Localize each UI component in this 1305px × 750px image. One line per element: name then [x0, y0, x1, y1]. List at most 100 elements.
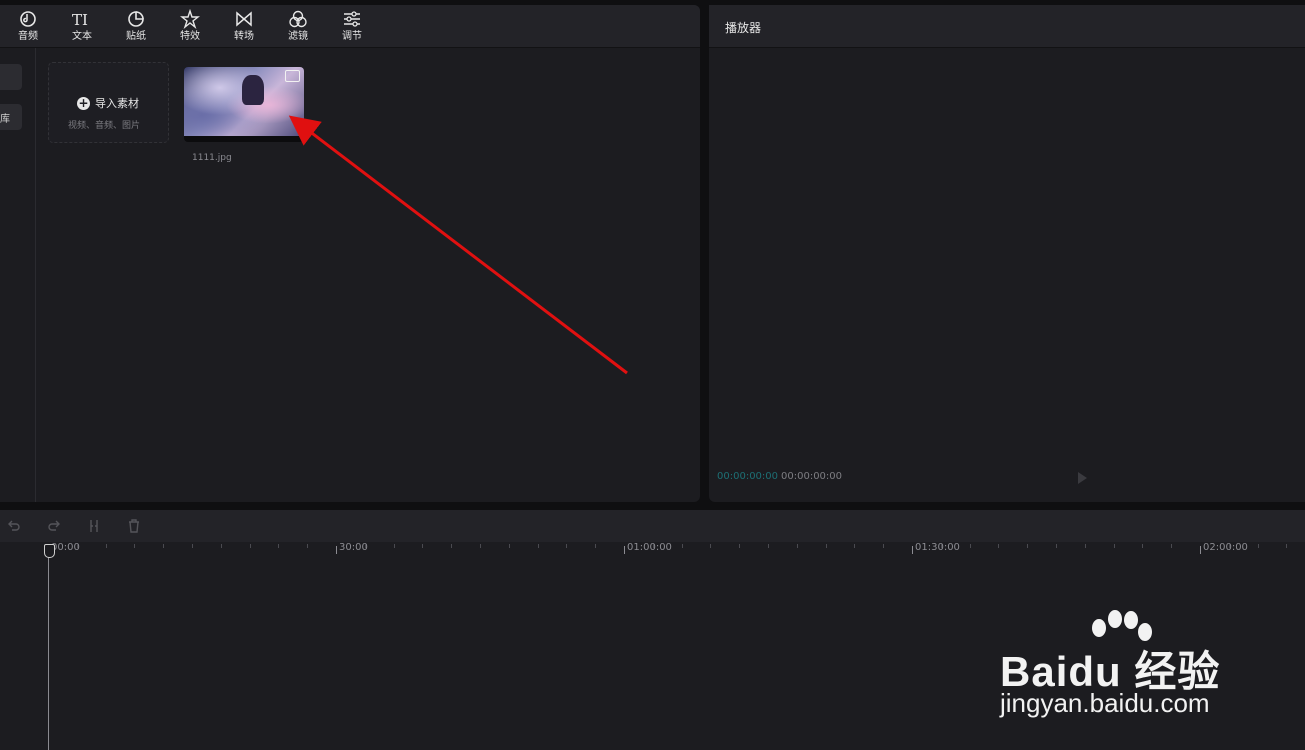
tool-adjust[interactable]: 调节: [328, 7, 376, 47]
tool-adjust-label: 调节: [342, 31, 362, 42]
media-filename: 1111.jpg: [192, 153, 232, 163]
undo-icon[interactable]: [6, 518, 22, 534]
media-panel: 音频 TI 文本 贴纸 特效 转场 滤镜 调节 库 + 导入素材 视频、音频、图…: [0, 5, 700, 502]
timeline-ruler[interactable]: 00:00 30:00 01:00:00 01:30:00 02:00:00: [0, 542, 1305, 562]
media-toolbar: 音频 TI 文本 贴纸 特效 转场 滤镜 调节: [0, 5, 700, 48]
player-panel: 播放器 00:00:00:00 00:00:00:00: [709, 5, 1305, 502]
sticker-icon: [128, 11, 144, 27]
current-timecode: 00:00:00:00: [717, 471, 779, 482]
media-thumbnail[interactable]: [184, 67, 304, 142]
import-hint: 视频、音频、图片: [68, 121, 141, 131]
ruler-minor-tick: [653, 544, 654, 548]
ruler-minor-tick: [826, 544, 827, 548]
play-icon[interactable]: [1078, 472, 1087, 484]
tool-effects-label: 特效: [180, 31, 200, 42]
import-label: 导入素材: [95, 97, 139, 110]
sidebar-item-local[interactable]: [0, 64, 22, 90]
ruler-label: 01:00:00: [627, 542, 672, 553]
ruler-minor-tick: [1171, 544, 1172, 548]
audio-icon: [20, 11, 36, 27]
ruler-minor-tick: [163, 544, 164, 548]
playhead-handle[interactable]: [44, 544, 55, 558]
ruler-label: 00:00: [51, 542, 80, 553]
ruler-major-tick: [624, 546, 625, 554]
tool-effects[interactable]: 特效: [166, 7, 214, 47]
ruler-minor-tick: [883, 544, 884, 548]
text-icon: TI: [72, 11, 88, 29]
media-sidebar: 库: [0, 48, 36, 502]
ruler-minor-tick: [480, 544, 481, 548]
thumbnail-figure: [242, 75, 264, 105]
tool-transition[interactable]: 转场: [220, 7, 268, 47]
baidu-watermark: Baidu 经验 jingyan.baidu.com: [1000, 610, 1300, 725]
import-media-button[interactable]: + 导入素材 视频、音频、图片: [48, 62, 169, 143]
ruler-minor-tick: [307, 544, 308, 548]
redo-icon[interactable]: [46, 518, 62, 534]
ruler-minor-tick: [1229, 544, 1230, 548]
tool-transition-label: 转场: [234, 31, 254, 42]
player-title: 播放器: [725, 21, 762, 35]
ruler-minor-tick: [192, 544, 193, 548]
image-type-icon: [285, 70, 300, 82]
ruler-minor-tick: [221, 544, 222, 548]
delete-icon[interactable]: [126, 518, 142, 534]
ruler-minor-tick: [566, 544, 567, 548]
plus-icon: +: [77, 95, 90, 110]
tool-sticker-label: 贴纸: [126, 31, 146, 42]
ruler-label: 30:00: [339, 542, 368, 553]
ruler-minor-tick: [422, 544, 423, 548]
ruler-minor-tick: [595, 544, 596, 548]
ruler-minor-tick: [278, 544, 279, 548]
watermark-url: jingyan.baidu.com: [1000, 688, 1210, 718]
ruler-minor-tick: [509, 544, 510, 548]
ruler-minor-tick: [394, 544, 395, 548]
ruler-minor-tick: [451, 544, 452, 548]
ruler-minor-tick: [797, 544, 798, 548]
player-header: 播放器: [709, 5, 1305, 48]
tool-audio[interactable]: 音频: [4, 7, 52, 47]
sidebar-item-library[interactable]: 库: [0, 104, 22, 130]
playhead-line[interactable]: [48, 551, 49, 750]
tool-sticker[interactable]: 贴纸: [112, 7, 160, 47]
ruler-major-tick: [336, 546, 337, 554]
ruler-minor-tick: [1114, 544, 1115, 548]
ruler-major-tick: [1200, 546, 1201, 554]
import-title: + 导入素材: [77, 95, 139, 111]
ruler-minor-tick: [998, 544, 999, 548]
ruler-minor-tick: [1286, 544, 1287, 548]
ruler-minor-tick: [1258, 544, 1259, 548]
ruler-minor-tick: [77, 544, 78, 548]
ruler-minor-tick: [854, 544, 855, 548]
ruler-minor-tick: [250, 544, 251, 548]
split-icon[interactable]: [86, 518, 102, 534]
ruler-minor-tick: [970, 544, 971, 548]
ruler-minor-tick: [768, 544, 769, 548]
tool-text[interactable]: TI 文本: [58, 7, 106, 47]
timeline-toolbar: [0, 510, 1305, 542]
ruler-minor-tick: [1027, 544, 1028, 548]
ruler-minor-tick: [941, 544, 942, 548]
ruler-label: 02:00:00: [1203, 542, 1248, 553]
ruler-label: 01:30:00: [915, 542, 960, 553]
transition-icon: [236, 11, 252, 27]
tool-audio-label: 音频: [18, 31, 38, 42]
ruler-major-tick: [912, 546, 913, 554]
ruler-minor-tick: [1085, 544, 1086, 548]
ruler-minor-tick: [365, 544, 366, 548]
adjust-icon: [344, 11, 360, 27]
filter-icon: [289, 10, 307, 28]
ruler-minor-tick: [106, 544, 107, 548]
ruler-minor-tick: [682, 544, 683, 548]
ruler-minor-tick: [538, 544, 539, 548]
effects-icon: [180, 9, 200, 29]
tool-text-label: 文本: [72, 31, 92, 42]
sidebar-item-library-label: 库: [0, 114, 10, 125]
ruler-minor-tick: [134, 544, 135, 548]
ruler-minor-tick: [1056, 544, 1057, 548]
total-timecode: 00:00:00:00: [781, 471, 843, 482]
tool-filter[interactable]: 滤镜: [274, 7, 322, 47]
svg-text:TI: TI: [72, 11, 88, 29]
ruler-minor-tick: [710, 544, 711, 548]
tool-filter-label: 滤镜: [288, 31, 308, 42]
ruler-minor-tick: [1142, 544, 1143, 548]
